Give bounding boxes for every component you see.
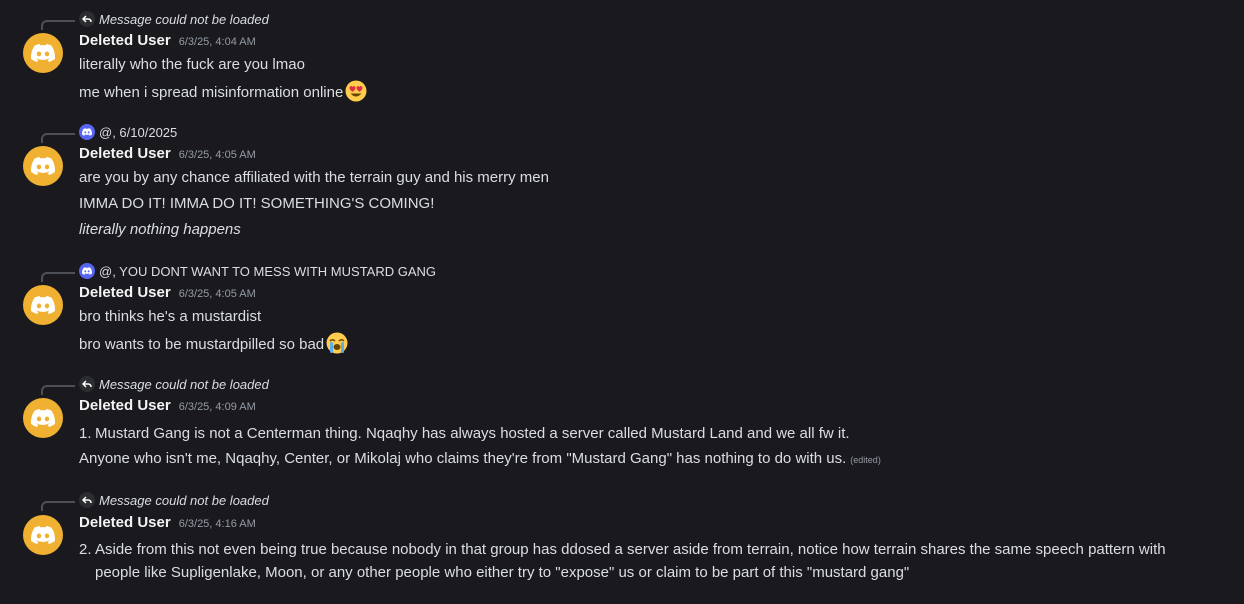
reply-connector xyxy=(41,501,75,511)
discord-icon xyxy=(31,526,55,544)
timestamp[interactable]: 6/3/25, 4:16 AM xyxy=(179,518,256,530)
list-number: 2. xyxy=(79,541,92,558)
list-text: Aside from this not even being true beca… xyxy=(95,541,1166,581)
reply-arrow-icon xyxy=(79,492,95,508)
list-item: 2. Aside from this not even being true b… xyxy=(79,538,1209,584)
username[interactable]: Deleted User xyxy=(79,514,171,531)
reply-preview[interactable]: Message could not be loaded xyxy=(79,491,269,509)
avatar[interactable] xyxy=(23,515,63,555)
message-header: Deleted User 6/3/25, 4:16 AM xyxy=(79,514,256,534)
message-5[interactable]: Message could not be loaded Deleted User… xyxy=(0,0,1244,600)
reply-text: Message could not be loaded xyxy=(99,492,269,508)
